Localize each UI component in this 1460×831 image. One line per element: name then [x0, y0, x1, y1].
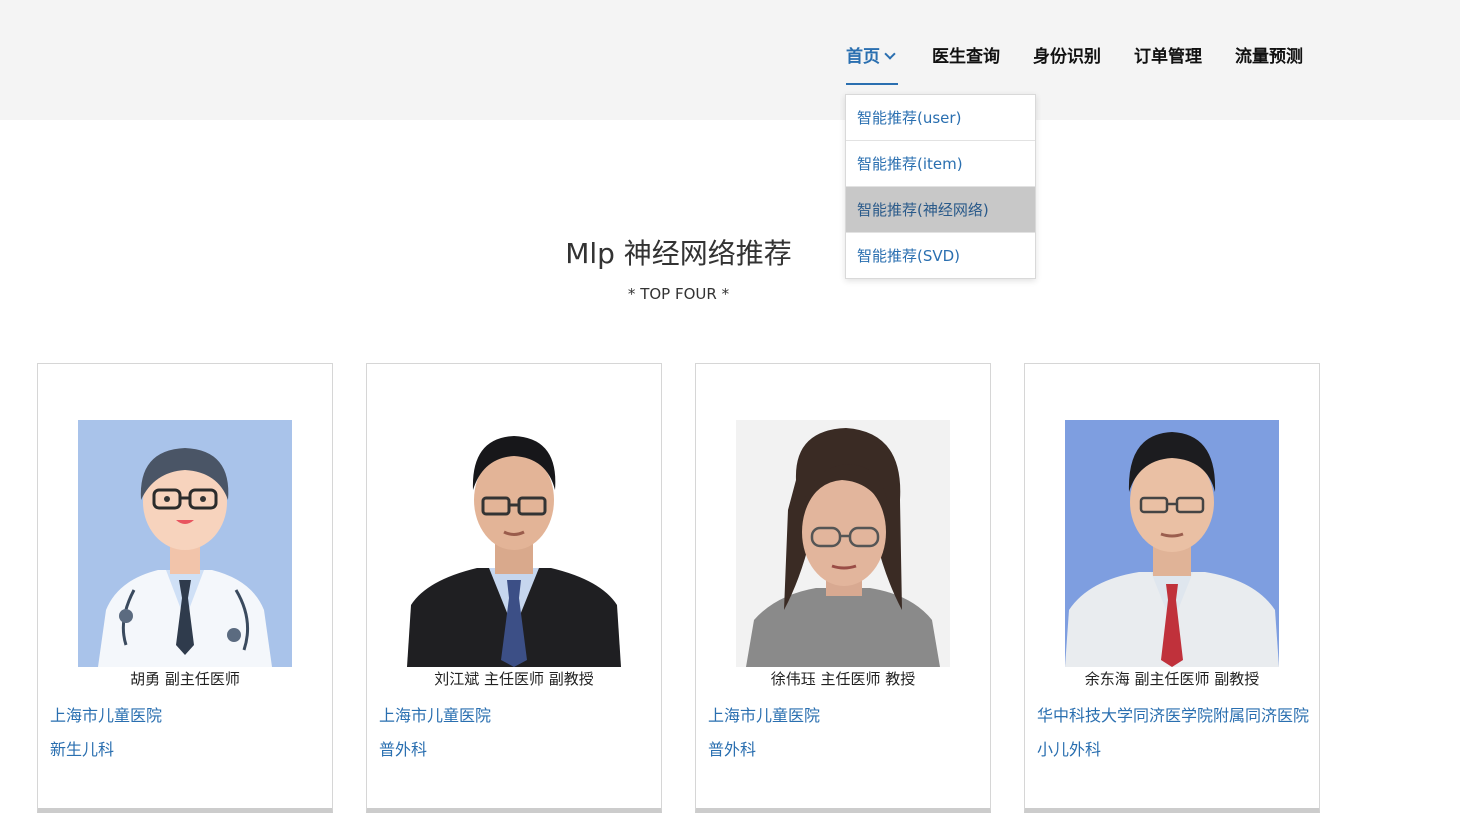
main-nav: 首页 医生查询 身份识别 订单管理 流量预测	[0, 44, 1460, 88]
doctor-hospital-link[interactable]: 上海市儿童医院	[379, 702, 491, 726]
nav-item-orders[interactable]: 订单管理	[1134, 44, 1202, 70]
page-subtitle: * TOP FOUR *	[627, 285, 730, 303]
doctor-department-link[interactable]: 小儿外科	[1037, 736, 1101, 760]
doctor-name: 徐伟珏 主任医师 教授	[770, 670, 916, 688]
doctor-hospital-link[interactable]: 上海市儿童医院	[50, 702, 162, 726]
nav-item-home[interactable]: 首页	[846, 44, 896, 70]
doctor-card[interactable]: 胡勇 副主任医师 上海市儿童医院 新生儿科	[37, 363, 333, 813]
doctor-name: 余东海 副主任医师 副教授	[1084, 670, 1260, 688]
nav-item-identity[interactable]: 身份识别	[1033, 44, 1101, 70]
nav-item-label: 首页	[846, 47, 880, 67]
active-nav-underline	[846, 83, 898, 85]
doctor-card[interactable]: 刘江斌 主任医师 副教授 上海市儿童医院 普外科	[366, 363, 662, 813]
doctor-hospital-link[interactable]: 华中科技大学同济医学院附属同济医院	[1037, 702, 1309, 726]
doctor-photo-male-whitecoat	[1065, 420, 1279, 667]
cartoon-doctor-avatar	[78, 420, 292, 667]
chevron-down-icon	[884, 48, 896, 60]
doctor-name: 胡勇 副主任医师	[130, 670, 240, 688]
doctor-card[interactable]: 徐伟珏 主任医师 教授 上海市儿童医院 普外科	[695, 363, 991, 813]
doctor-photo-male-suit	[407, 420, 621, 667]
doctor-department-link[interactable]: 普外科	[379, 736, 427, 760]
doctor-name: 刘江斌 主任医师 副教授	[434, 670, 594, 688]
doctor-photo-female	[736, 420, 950, 667]
doctor-card[interactable]: 余东海 副主任医师 副教授 华中科技大学同济医学院附属同济医院 小儿外科	[1024, 363, 1320, 813]
page-title: Mlp 神经网络推荐	[565, 237, 792, 270]
nav-item-doctor-search[interactable]: 医生查询	[932, 44, 1000, 70]
dropdown-item-item[interactable]: 智能推荐(item)	[846, 141, 1035, 187]
doctor-hospital-link[interactable]: 上海市儿童医院	[708, 702, 820, 726]
doctor-department-link[interactable]: 新生儿科	[50, 736, 114, 760]
doctor-department-link[interactable]: 普外科	[708, 736, 756, 760]
nav-item-traffic[interactable]: 流量预测	[1235, 44, 1303, 70]
dropdown-item-neural-network[interactable]: 智能推荐(神经网络)	[846, 187, 1035, 233]
dropdown-item-user[interactable]: 智能推荐(user)	[846, 95, 1035, 141]
